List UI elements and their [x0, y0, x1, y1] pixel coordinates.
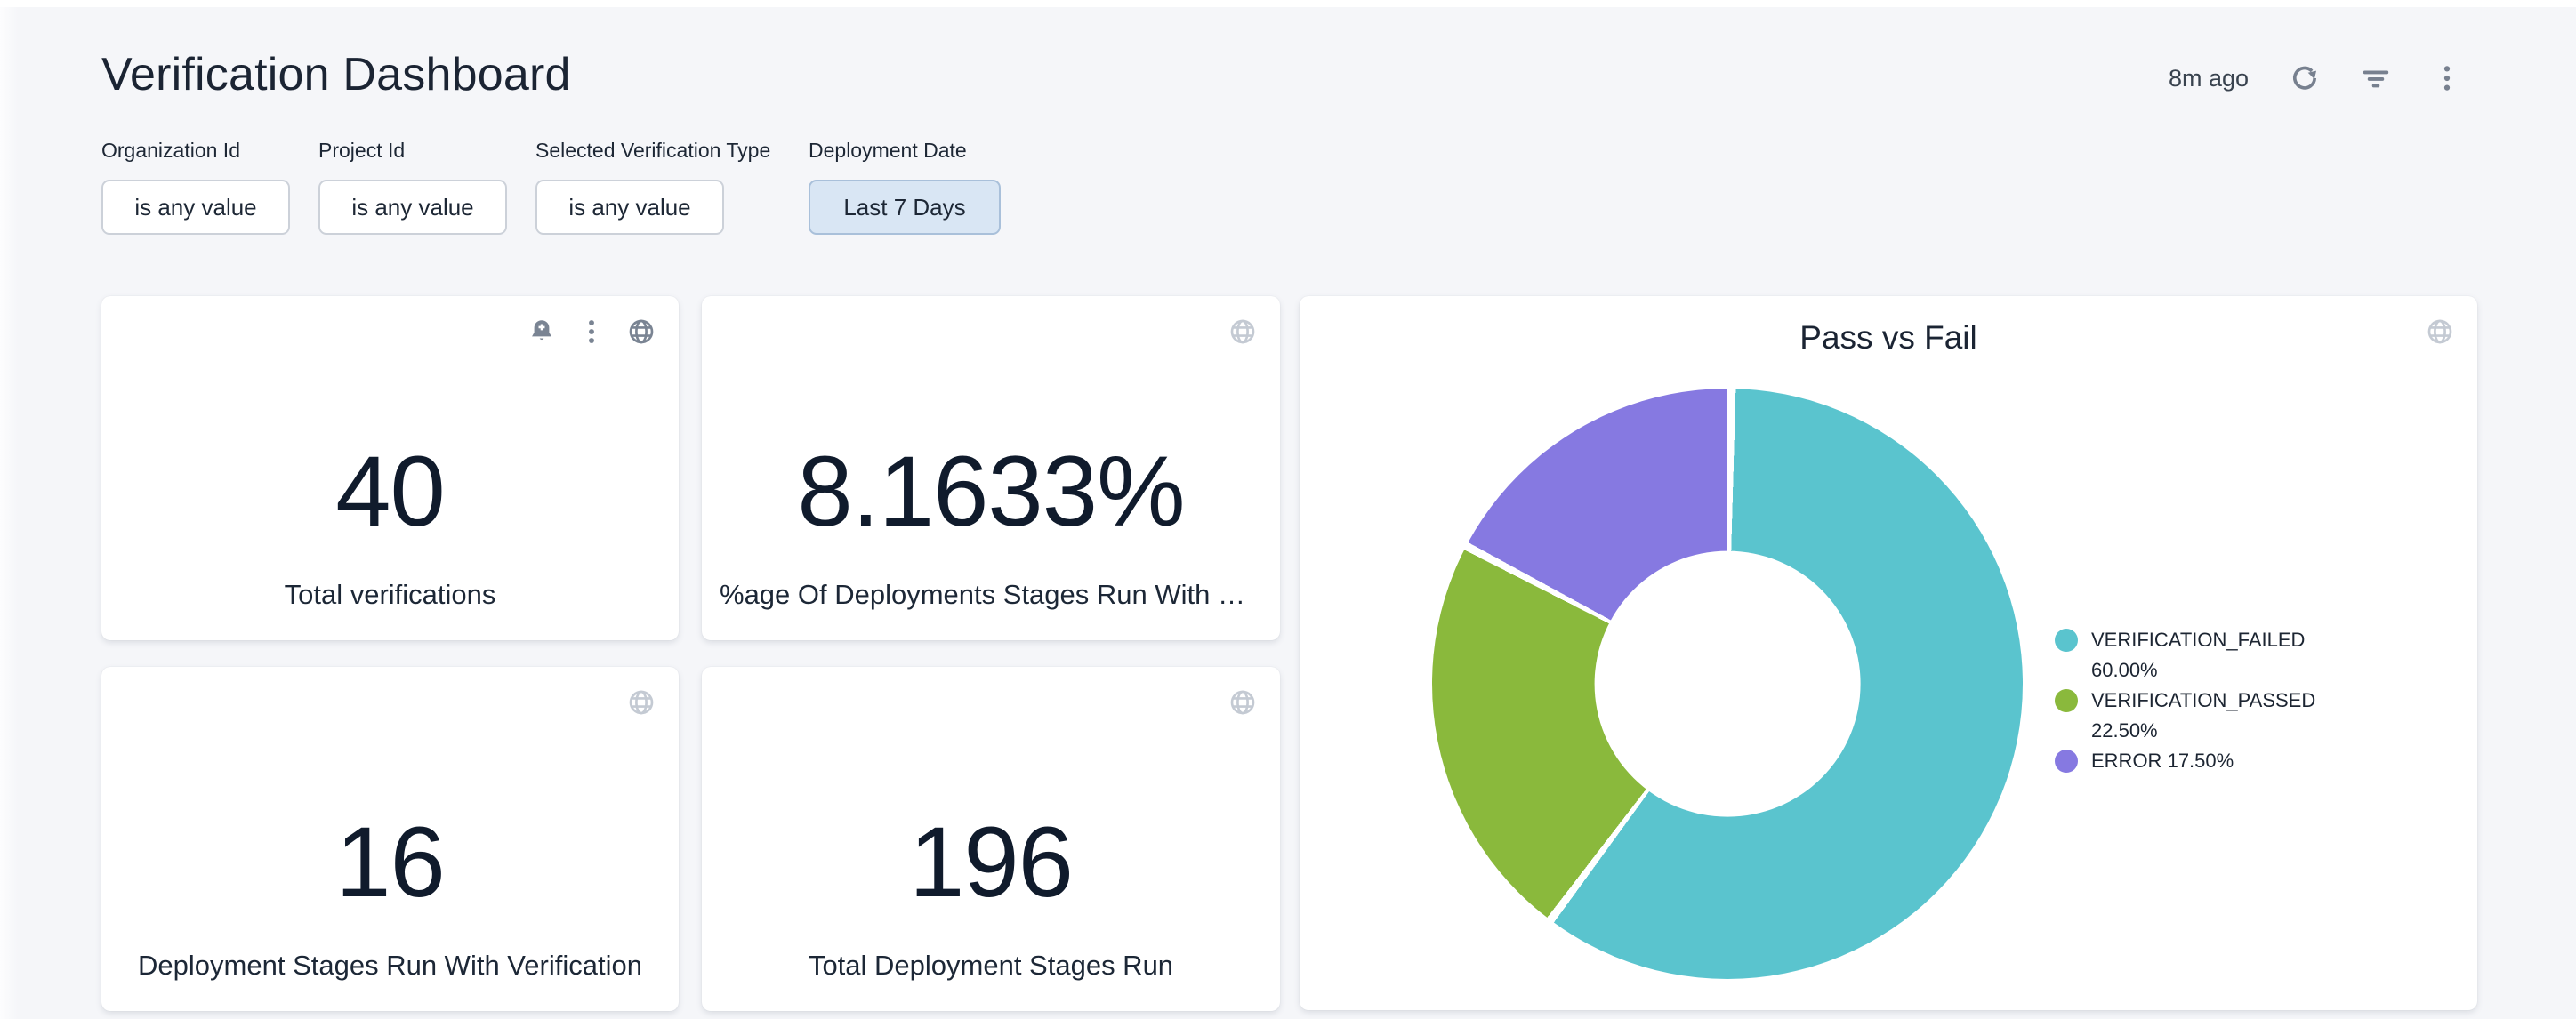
stat-label: Total verifications: [285, 579, 496, 611]
filter-label: Organization Id: [101, 139, 318, 165]
legend-label: ERROR 17.50%: [2091, 746, 2234, 776]
verification-dashboard-screen: Verification Dashboard 8m ago Organizati…: [0, 0, 2576, 1019]
filter-icon[interactable]: [2361, 63, 2391, 93]
filter-group-organization-id: Organization Id is any value: [101, 139, 318, 235]
legend-item-error[interactable]: ERROR 17.50%: [2055, 746, 2375, 776]
stat-label: Deployment Stages Run With Verification: [138, 950, 642, 982]
last-refresh-label: 8m ago: [2169, 65, 2249, 92]
globe-icon[interactable]: [627, 317, 656, 346]
chart-title: Pass vs Fail: [1300, 319, 2477, 357]
legend-item-verification-passed[interactable]: VERIFICATION_PASSED 22.50%: [2055, 686, 2375, 746]
legend-dot: [2055, 750, 2078, 773]
stat-card-total-stages-run: 196 Total Deployment Stages Run: [702, 667, 1280, 1011]
stat-card-stages-run-with-verification: 16 Deployment Stages Run With Verificati…: [101, 667, 679, 1011]
chart-card-pass-vs-fail: Pass vs Fail VERIFICATION_FAILED 60.00% …: [1300, 296, 2477, 1010]
chart-legend: VERIFICATION_FAILED 60.00% VERIFICATION_…: [2055, 625, 2375, 776]
legend-label: VERIFICATION_FAILED 60.00%: [2091, 625, 2358, 686]
globe-icon[interactable]: [627, 688, 656, 717]
panel-actions: [627, 688, 656, 717]
kebab-menu-icon[interactable]: [577, 317, 606, 346]
refresh-icon[interactable]: [2290, 63, 2320, 93]
stat-value: 16: [335, 813, 445, 912]
add-alert-bell-icon[interactable]: [527, 317, 556, 346]
dashboard-panel: Verification Dashboard 8m ago Organizati…: [0, 7, 2576, 1019]
filter-group-project-id: Project Id is any value: [318, 139, 535, 235]
filter-label: Project Id: [318, 139, 535, 165]
globe-icon[interactable]: [2426, 317, 2454, 346]
filter-value-button-organization-id[interactable]: is any value: [101, 180, 290, 235]
stat-card-percent-stages-with-verification: 8.1633% %age Of Deployments Stages Run W…: [702, 296, 1280, 640]
stat-value: 40: [335, 442, 445, 542]
panel-actions: [1228, 317, 1257, 346]
kebab-menu-icon[interactable]: [2432, 63, 2462, 93]
stat-value: 8.1633%: [797, 442, 1184, 542]
filter-group-verification-type: Selected Verification Type is any value: [535, 139, 809, 235]
filter-value-button-project-id[interactable]: is any value: [318, 180, 507, 235]
stat-card-total-verifications: 40 Total verifications: [101, 296, 679, 640]
legend-dot: [2055, 689, 2078, 712]
stat-label: Total Deployment Stages Run: [809, 950, 1173, 982]
panel-actions: [1228, 688, 1257, 717]
legend-label: VERIFICATION_PASSED 22.50%: [2091, 686, 2358, 746]
donut-hole: [1595, 551, 1861, 817]
filter-value-button-deployment-date[interactable]: Last 7 Days: [809, 180, 1001, 235]
header-controls: 8m ago: [2169, 57, 2462, 100]
filter-value-button-verification-type[interactable]: is any value: [535, 180, 724, 235]
panel-actions: [527, 317, 656, 346]
globe-icon[interactable]: [1228, 688, 1257, 717]
globe-icon[interactable]: [1228, 317, 1257, 346]
filter-bar: Organization Id is any value Project Id …: [101, 139, 1040, 235]
stat-value: 196: [909, 813, 1073, 912]
filter-label: Selected Verification Type: [535, 139, 809, 165]
page-title: Verification Dashboard: [101, 48, 571, 101]
legend-dot: [2055, 629, 2078, 652]
filter-label: Deployment Date: [809, 139, 1040, 165]
legend-item-verification-failed[interactable]: VERIFICATION_FAILED 60.00%: [2055, 625, 2375, 686]
stat-label: %age Of Deployments Stages Run With V…: [720, 579, 1262, 611]
filter-group-deployment-date: Deployment Date Last 7 Days: [809, 139, 1040, 235]
panel-actions: [2426, 317, 2454, 346]
donut-chart[interactable]: [1432, 389, 2023, 979]
